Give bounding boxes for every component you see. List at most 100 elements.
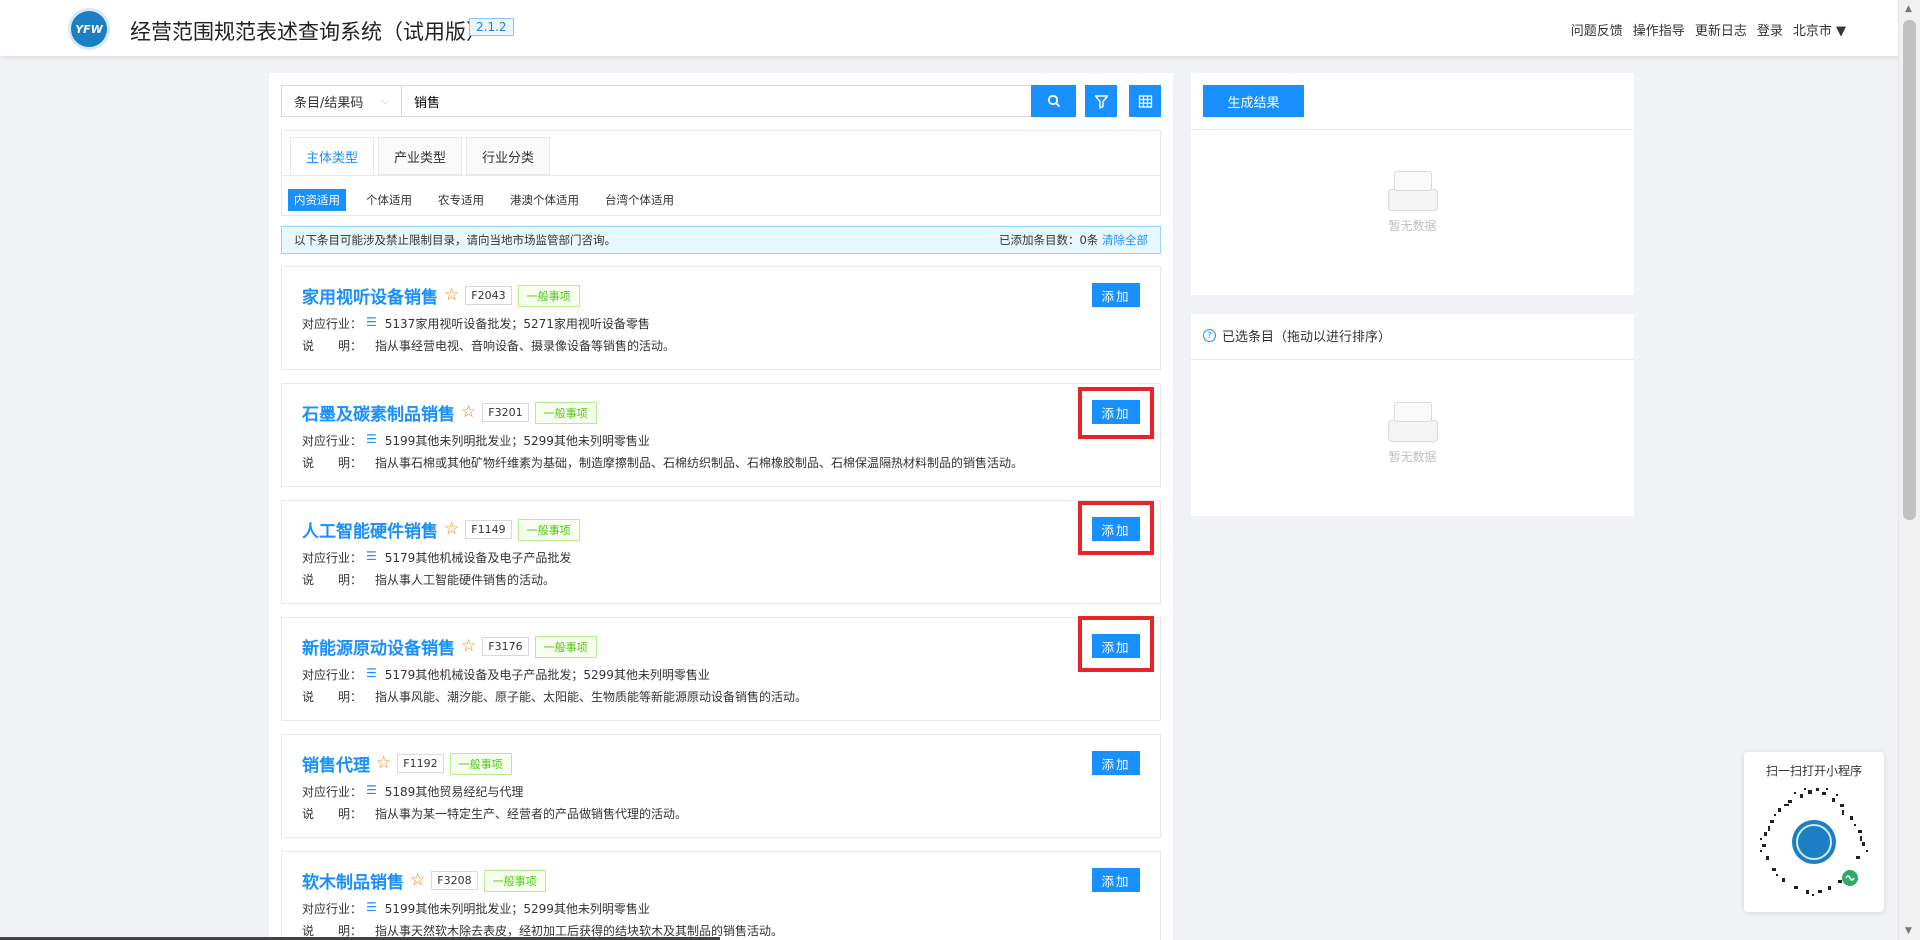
item-code: F2043 (465, 286, 512, 305)
industry-line: 对应行业： ☰ 5137家用视听设备批发；5271家用视听设备零售 (302, 315, 650, 332)
chip-taiwan[interactable]: 台湾个体适用 (599, 189, 680, 211)
industry-value: 5179其他机械设备及电子产品批发 (384, 551, 572, 565)
highlight-box (1078, 616, 1154, 672)
result-card: 家用视听设备销售 ☆ F2043 一般事项 对应行业： ☰ 5137家用视听设备批发… (281, 266, 1161, 370)
industry-value: 5199其他未列明批发业；5299其他未列明零售业 (384, 902, 650, 916)
tab-industry-class[interactable]: 行业分类 (466, 137, 551, 175)
desc-line: 说 明： 指从事经营电视、音响设备、摄录像设备等销售的活动。 (302, 337, 675, 354)
industry-label: 对应行业： (302, 434, 363, 448)
star-icon[interactable]: ☆ (461, 404, 476, 421)
region-label: 北京市 (1792, 24, 1832, 39)
item-title[interactable]: 人工智能硬件销售 (302, 517, 438, 542)
scroll-down-arrow-icon[interactable]: ▼ (1905, 926, 1912, 936)
logo-text: YFW (75, 22, 103, 36)
chip-farmer-coop[interactable]: 农专适用 (432, 189, 490, 211)
filter-button[interactable] (1085, 85, 1117, 117)
list-icon: ☰ (366, 432, 377, 446)
industry-label: 对应行业： (302, 785, 363, 799)
search-button[interactable] (1031, 85, 1076, 117)
scroll-up-arrow-icon[interactable]: ▲ (1905, 4, 1912, 14)
result-panel: 生成结果 暂无数据 (1191, 73, 1634, 295)
industry-label: 对应行业： (302, 902, 363, 916)
industry-label: 对应行业： (302, 551, 363, 565)
item-title[interactable]: 石墨及碳素制品销售 (302, 400, 455, 425)
scroll-thumb[interactable] (1903, 20, 1916, 520)
desc-label: 说 明： (302, 456, 363, 470)
chip-hk-macau[interactable]: 港澳个体适用 (504, 189, 585, 211)
question-icon[interactable]: ? (1203, 329, 1216, 342)
desc-value: 指从事石棉或其他矿物纤维素为基础，制造摩擦制品、石棉纺织制品、石棉橡胶制品、石棉… (375, 456, 1024, 470)
nav-feedback[interactable]: 问题反馈 (1571, 20, 1623, 39)
result-card: 石墨及碳素制品销售 ☆ F3201 一般事项 对应行业： ☰ 5199其他未列明批发… (281, 383, 1161, 487)
card-head: 新能源原动设备销售 ☆ F3176 一般事项 (302, 634, 597, 659)
item-title[interactable]: 软木制品销售 (302, 868, 404, 893)
desc-value: 指从事人工智能硬件销售的活动。 (375, 573, 556, 587)
star-icon[interactable]: ☆ (444, 521, 459, 538)
card-head: 销售代理 ☆ F1192 一般事项 (302, 751, 512, 776)
item-tag: 一般事项 (534, 635, 597, 658)
item-tag: 一般事项 (483, 869, 546, 892)
region-select[interactable]: 北京市 ▼ (1793, 20, 1846, 39)
empty-text: 暂无数据 (1388, 450, 1437, 464)
desc-value: 指从事为某一特定生产、经营者的产品做销售代理的活动。 (375, 807, 688, 821)
industry-line: 对应行业： ☰ 5179其他机械设备及电子产品批发 (302, 549, 571, 566)
list-icon: ☰ (366, 666, 377, 680)
card-head: 石墨及碳素制品销售 ☆ F3201 一般事项 (302, 400, 597, 425)
item-title[interactable]: 家用视听设备销售 (302, 283, 438, 308)
star-icon[interactable]: ☆ (461, 638, 476, 655)
desc-line: 说 明： 指从事风能、潮汐能、原子能、太阳能、生物质能等新能源原动设备销售的活动。 (302, 688, 807, 705)
card-head: 家用视听设备销售 ☆ F2043 一般事项 (302, 283, 580, 308)
star-icon[interactable]: ☆ (376, 755, 391, 772)
clear-all-link[interactable]: 清除全部 (1102, 233, 1148, 247)
item-code: F3208 (431, 871, 478, 890)
filter-chips: 内资适用 个体适用 农专适用 港澳个体适用 台湾个体适用 (288, 189, 680, 211)
industry-line: 对应行业： ☰ 5199其他未列明批发业；5299其他未列明零售业 (302, 432, 650, 449)
tab-divider (282, 175, 1160, 176)
app-title: 经营范围规范表述查询系统（试用版） (130, 20, 487, 44)
panel-divider (1191, 359, 1634, 360)
tab-entity-type[interactable]: 主体类型 (290, 137, 375, 175)
result-card: 人工智能硬件销售 ☆ F1149 一般事项 对应行业： ☰ 5179其他机械设备及电… (281, 500, 1161, 604)
nav-guide[interactable]: 操作指导 (1633, 20, 1685, 39)
item-code: F3201 (482, 403, 529, 422)
search-type-select[interactable]: 条目/结果码 ⌵ (282, 86, 402, 116)
item-tag: 一般事项 (449, 752, 512, 775)
generate-result-button[interactable]: 生成结果 (1203, 85, 1304, 117)
add-button[interactable]: 添加 (1092, 751, 1140, 775)
star-icon[interactable]: ☆ (444, 287, 459, 304)
version-badge: 2.1.2 (469, 18, 514, 36)
item-title[interactable]: 销售代理 (302, 751, 370, 776)
notice-right: 已添加条目数：0条 清除全部 (999, 232, 1148, 248)
chip-domestic[interactable]: 内资适用 (288, 189, 346, 211)
desc-line: 说 明： 指从事为某一特定生产、经营者的产品做销售代理的活动。 (302, 805, 687, 822)
desc-value: 指从事经营电视、音响设备、摄录像设备等销售的活动。 (375, 339, 676, 353)
result-card: 销售代理 ☆ F1192 一般事项 对应行业： ☰ 5189其他贸易经纪与代理 说 … (281, 734, 1161, 838)
nav-login[interactable]: 登录 (1757, 20, 1783, 39)
add-button[interactable]: 添加 (1092, 283, 1140, 307)
add-button[interactable]: 添加 (1092, 868, 1140, 892)
search-input[interactable] (402, 86, 1031, 116)
table-icon (1138, 94, 1152, 108)
empty-text: 暂无数据 (1388, 219, 1437, 233)
nav-changelog[interactable]: 更新日志 (1695, 20, 1747, 39)
selected-items-title: 已选条目（拖动以进行排序） (1222, 330, 1392, 345)
item-code: F3176 (482, 637, 529, 656)
category-tabs-box: 主体类型 产业类型 行业分类 内资适用 个体适用 农专适用 港澳个体适用 台湾个… (281, 130, 1161, 216)
item-title[interactable]: 新能源原动设备销售 (302, 634, 455, 659)
star-icon[interactable]: ☆ (410, 872, 425, 889)
qr-title: 扫一扫打开小程序 (1765, 764, 1862, 778)
table-view-button[interactable] (1129, 85, 1161, 117)
qr-code-icon (1760, 788, 1868, 896)
filter-icon (1094, 94, 1108, 109)
notice-text: 以下条目可能涉及禁止限制目录，请向当地市场监管部门咨询。 (294, 233, 616, 247)
chip-individual[interactable]: 个体适用 (360, 189, 418, 211)
industry-value: 5137家用视听设备批发；5271家用视听设备零售 (384, 317, 650, 331)
desc-line: 说 明： 指从事人工智能硬件销售的活动。 (302, 571, 555, 588)
notice-bar: 以下条目可能涉及禁止限制目录，请向当地市场监管部门咨询。 已添加条目数：0条 清… (281, 226, 1161, 254)
logo[interactable]: YFW (68, 8, 110, 50)
header: YFW 经营范围规范表述查询系统（试用版） 2.1.2 问题反馈 操作指导 更新… (0, 0, 1898, 56)
industry-line: 对应行业： ☰ 5199其他未列明批发业；5299其他未列明零售业 (302, 900, 650, 917)
empty-inbox-icon (1382, 171, 1444, 211)
scrollbar[interactable]: ▲ ▼ (1898, 0, 1920, 940)
tab-industry-type[interactable]: 产业类型 (378, 137, 463, 175)
